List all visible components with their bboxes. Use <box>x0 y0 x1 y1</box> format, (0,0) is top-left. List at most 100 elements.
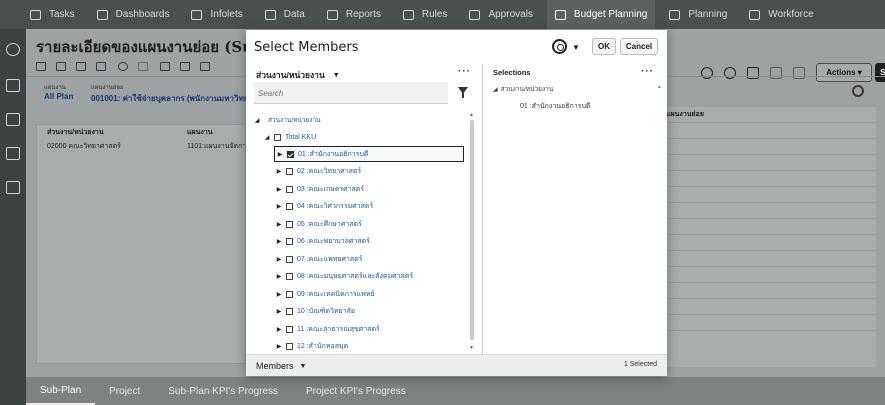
nav-budget-planning[interactable]: Budget Planning <box>546 0 656 29</box>
history-icon[interactable] <box>118 62 128 71</box>
dialog-settings-icon[interactable] <box>552 39 567 54</box>
expand-icon[interactable]: ▶ <box>274 238 284 245</box>
grid-icon[interactable] <box>6 113 20 126</box>
tree-total[interactable]: ◢ Total KKU <box>262 129 468 145</box>
tab-sub-plan[interactable]: Sub-Plan <box>26 377 96 405</box>
ad-hoc-icon[interactable] <box>56 62 66 71</box>
nav-approvals[interactable]: Approvals <box>469 0 533 29</box>
scroll-down-icon[interactable]: ▼ <box>469 345 474 351</box>
member-checkbox[interactable] <box>286 168 293 175</box>
grid-view-icon[interactable] <box>160 62 170 71</box>
member-checkbox[interactable] <box>286 273 293 280</box>
search-input[interactable]: Search <box>254 82 448 104</box>
tab-project[interactable]: Project <box>95 377 154 405</box>
member-label: 05 :คณะศึกษาศาสตร์ <box>297 220 362 228</box>
grid-cell-unit[interactable]: 02000 คณะวิทยาศาสตร์ <box>47 141 121 152</box>
tree-member-item[interactable]: ▶ 08 :คณะมนุษยศาสตร์และสังคมศาสตร์ <box>274 269 468 285</box>
nav-label: Workforce <box>768 9 814 20</box>
member-checkbox[interactable] <box>286 185 293 193</box>
tasks-icon <box>30 9 41 20</box>
link-icon[interactable] <box>138 62 148 71</box>
expand-icon[interactable]: ▶ <box>274 186 284 193</box>
member-checkbox[interactable] <box>286 343 293 350</box>
tree-member-item[interactable]: ▶ 11 :คณะสาธารณสุขศาสตร์ <box>274 321 468 337</box>
nav-rules[interactable]: Rules <box>402 0 447 29</box>
member-checkbox[interactable] <box>286 238 293 245</box>
member-checkbox[interactable] <box>286 220 293 228</box>
expand-icon[interactable]: ▶ <box>274 221 284 228</box>
scroll-up-icon[interactable]: ▲ <box>469 112 474 118</box>
tree-scrollbar[interactable]: ▲ ▼ <box>468 112 476 352</box>
member-checkbox[interactable] <box>287 150 294 158</box>
filter-icon[interactable] <box>458 87 468 98</box>
expand-icon[interactable]: ▶ <box>274 168 284 175</box>
chevron-down-icon[interactable]: ▼ <box>572 43 580 52</box>
member-checkbox[interactable] <box>286 203 293 210</box>
pivot-icon[interactable] <box>76 62 86 71</box>
top-navigation: Tasks Dashboards Infolets Data Reports Rules A… <box>0 0 885 29</box>
checkbox[interactable] <box>274 133 281 141</box>
nav-workforce[interactable]: Workforce <box>749 0 814 29</box>
collapse-icon[interactable]: ◢ <box>493 86 498 93</box>
pov-plan-value[interactable]: All Plan <box>44 92 73 101</box>
expand-icon[interactable]: ▶ <box>274 326 284 333</box>
dimension-selector[interactable]: ส่วนงาน/หน่วยงาน ▼ <box>256 68 340 82</box>
nav-dashboards[interactable]: Dashboards <box>96 0 169 29</box>
tree-member-item[interactable]: ▶ 06 :คณะพยาบาลศาสตร์ <box>274 234 468 250</box>
pov-subplan-value[interactable]: 001001: ค่าใช้จ่ายบุคลากร (พนักงานมหาวิท… <box>91 92 246 105</box>
more-options-icon[interactable]: ··· <box>458 66 471 77</box>
member-checkbox[interactable] <box>286 325 293 333</box>
selections-more-icon[interactable]: ··· <box>641 66 654 77</box>
tab-project-kpi-s-progress[interactable]: Project KPI's Progress <box>292 377 420 405</box>
expand-icon[interactable]: ▶ <box>274 273 284 280</box>
grid-row <box>667 123 876 139</box>
member-checkbox[interactable] <box>286 308 293 315</box>
tree-member-item[interactable]: ▶ 03 :คณะเกษตรศาสตร์ <box>274 181 468 197</box>
analysis-icon[interactable] <box>6 147 20 160</box>
expand-icon[interactable]: ▶ <box>274 256 284 263</box>
collapse-icon[interactable]: ◢ <box>262 134 272 141</box>
expand-icon[interactable]: ▶ <box>274 308 284 315</box>
adjust-icon[interactable] <box>36 62 46 71</box>
expand-icon[interactable]: ▶ <box>274 343 284 350</box>
select-members-dialog: Select Members ▼ OK Cancel ส่วนงาน/หน่วย… <box>246 30 667 376</box>
page-title: รายละเอียดของแผนงานย่อย (Sub-plan) <box>36 38 248 56</box>
expand-icon[interactable]: ▶ <box>274 203 284 210</box>
nav-tasks[interactable]: Tasks <box>30 0 75 29</box>
tree-member-item[interactable]: ▶ 01 :สำนักงานอธิการบดี <box>274 146 464 162</box>
selected-member[interactable]: 01 :สำนักงานอธิการบดี <box>520 101 590 112</box>
forms-icon[interactable] <box>6 79 20 92</box>
report-icon[interactable] <box>6 181 20 194</box>
scroll-thumb[interactable] <box>470 120 474 340</box>
expand-icon[interactable]: ▶ <box>275 151 285 158</box>
tree-member-item[interactable]: ▶ 04 :คณะวิศวกรรมศาสตร์ <box>274 199 468 215</box>
nav-data[interactable]: Data <box>264 0 305 29</box>
member-checkbox[interactable] <box>286 290 293 298</box>
tree-member-item[interactable]: ▶ 12 :สำนักหอสมุด <box>274 339 468 353</box>
calculate-icon[interactable] <box>96 62 106 71</box>
grid-cell-plan[interactable]: 1101:แผนงานจัดการศึกษา <box>187 141 245 152</box>
tree-member-item[interactable]: ▶ 07 :คณะแพทยศาสตร์ <box>274 251 468 267</box>
pov-plan-label: แผนงาน <box>44 85 66 91</box>
nav-planning[interactable]: Planning <box>669 0 727 29</box>
tab-sub-plan-kpi-s-progress[interactable]: Sub-Plan KPI's Progress <box>154 377 292 405</box>
tree-member-item[interactable]: ▶ 09 :คณะเทคนิคการแพทย์ <box>274 286 468 302</box>
expand-icon[interactable] <box>200 62 210 71</box>
expand-icon[interactable]: ▶ <box>274 291 284 298</box>
cancel-button[interactable]: Cancel <box>620 38 658 55</box>
selections-root[interactable]: ◢ ส่วนงาน/หน่วยงาน <box>493 84 553 94</box>
member-checkbox[interactable] <box>286 255 293 263</box>
members-dropdown[interactable]: Members ▼ <box>256 361 306 371</box>
tree-member-item[interactable]: ▶ 10 :บัณฑิตวิทยาลัย <box>274 304 468 320</box>
tree-member-item[interactable]: ▶ 05 :คณะศึกษาศาสตร์ <box>274 216 468 232</box>
chart-view-icon[interactable] <box>180 62 190 71</box>
ok-button[interactable]: OK <box>592 38 616 55</box>
tree-root[interactable]: ◢ ส่วนงาน/หน่วยงาน <box>252 112 468 128</box>
nav-infolets[interactable]: Infolets <box>191 0 243 29</box>
scroll-up-icon[interactable]: ▲ <box>657 84 662 90</box>
settings-icon[interactable] <box>852 85 864 97</box>
nav-reports[interactable]: Reports <box>326 0 381 29</box>
tree-member-item[interactable]: ▶ 02 :คณะวิทยาศาสตร์ <box>274 164 468 180</box>
collapse-icon[interactable]: ◢ <box>252 117 262 124</box>
navigator-icon[interactable] <box>6 43 20 56</box>
